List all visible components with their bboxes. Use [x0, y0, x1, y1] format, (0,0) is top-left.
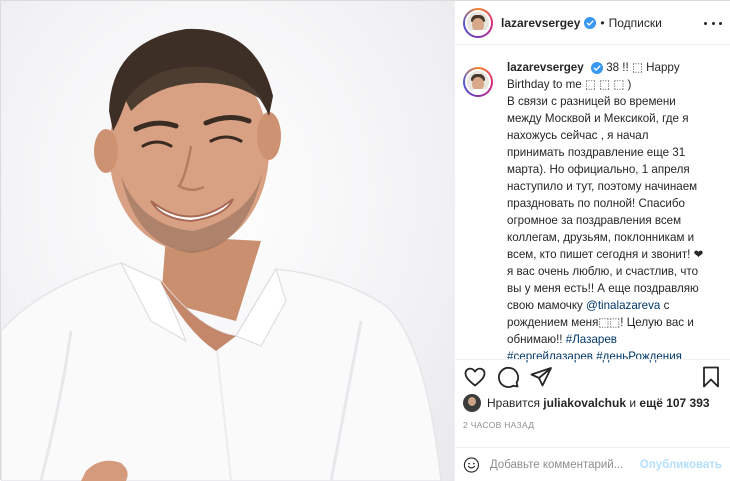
more-horizontal-icon[interactable] [704, 14, 722, 32]
post-header: lazarevsergey • Подписки [455, 1, 730, 45]
liker-username[interactable]: juliakovalchuk [543, 396, 626, 410]
caption-username[interactable]: lazarevsergey [507, 61, 584, 74]
header-separator: • [600, 15, 605, 30]
caption-line: рождением меня⬚⬚! Целую вас и [507, 316, 694, 329]
likes-and: и [629, 396, 637, 410]
caption-line: В связи с разницей во времени [507, 95, 676, 108]
caption-block: lazarevsergey 38 !! ⬚ Happy Birthday to … [455, 59, 730, 363]
caption-line: всем, кто пишет сегодня и звонит! ❤ [507, 248, 704, 261]
likes-row: Нравится juliakovalchuk и ещё 107 393 [463, 393, 728, 413]
following-button[interactable]: Подписки [609, 16, 662, 30]
share-icon[interactable] [529, 365, 553, 389]
post-timestamp[interactable]: 2 ЧАСОВ НАЗАД [463, 420, 534, 430]
caption-line: Birthday to me ⬚ ⬚ ⬚ ) [507, 78, 632, 91]
mention-link[interactable]: @tinalazareva [586, 299, 660, 312]
caption-line: праздновать по полной! Спасибо [507, 197, 685, 210]
caption-line: наступило и тут, поэтому начинаем [507, 180, 698, 193]
caption-avatar[interactable] [463, 67, 493, 97]
caption-line: я вас очень люблю, и счастлив, что [507, 265, 699, 278]
likes-count-link[interactable]: ещё 107 393 [639, 396, 709, 410]
author-username[interactable]: lazarevsergey [501, 16, 580, 30]
caption-line: между Москвой и Мексикой, где я [507, 112, 689, 125]
caption-line: марта). Но официально, 1 апреля [507, 163, 690, 176]
caption-line: обнимаю!! [507, 333, 566, 346]
caption-line: принимать поздравление еще 31 [507, 146, 686, 159]
heart-icon[interactable] [463, 365, 487, 389]
caption-line: коллегам, друзьям, поклонникам и [507, 231, 695, 244]
caption-line: огромное за поздравления всем [507, 214, 682, 227]
post-photo[interactable] [1, 1, 454, 481]
comment-bar: Опубликовать [455, 447, 730, 481]
avatar-image [465, 9, 491, 36]
likes-prefix: Нравится [487, 396, 540, 410]
portrait-photo [1, 28, 442, 481]
publish-button[interactable]: Опубликовать [640, 459, 722, 471]
post-sidebar: lazarevsergey • Подписки lazarevsergey 3… [454, 1, 730, 481]
caption-line: вы у меня есть!! А еще поздравляю [507, 282, 699, 295]
verified-badge-icon [584, 16, 597, 29]
caption-line: свою мамочку [507, 299, 587, 312]
author-avatar[interactable] [463, 7, 493, 38]
hashtag-link[interactable]: #Лазарев [566, 333, 617, 346]
verified-badge-icon [590, 61, 603, 74]
instagram-post: lazarevsergey • Подписки lazarevsergey 3… [0, 0, 730, 481]
action-bar [455, 359, 730, 395]
caption-line: 38 !! ⬚ Happy [606, 61, 680, 74]
bookmark-icon[interactable] [699, 365, 723, 389]
smiley-icon[interactable] [463, 454, 480, 476]
caption-line: нахожусь сейчас , я начал [507, 129, 649, 142]
avatar-image [465, 69, 491, 95]
comment-icon[interactable] [496, 365, 520, 389]
liker-avatar[interactable] [463, 394, 481, 412]
caption-text: lazarevsergey 38 !! ⬚ Happy Birthday to … [507, 59, 722, 363]
comment-input[interactable] [489, 458, 640, 471]
caption-line: с [660, 299, 670, 312]
